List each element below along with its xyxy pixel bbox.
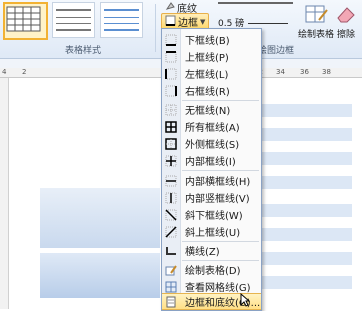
menu-item-bottom-border[interactable]: 下框线(B) [162,31,261,48]
menu-item-label: 绘制表格(D) [185,266,241,277]
pen-weight-select[interactable]: 0.5 磅 [218,16,289,29]
ruler-mark: 36 [300,68,309,76]
menu-item-inside-horizontal-border[interactable]: 内部横框线(H) [162,172,261,189]
ruler-mark: 2 [22,68,27,76]
menu-item-label: 下框线(B) [185,36,230,47]
menu-item-all-borders[interactable]: 所有框线(A) [162,118,261,135]
menu-item-outside-borders[interactable]: 外侧框线(S) [162,135,261,152]
table-cell [262,276,352,289]
table-cell [262,176,352,189]
eraser-icon [333,2,359,26]
eraser-button[interactable]: 擦除 [330,2,362,40]
inside-vertical-border-icon [165,192,177,204]
diagonal-down-border-icon [165,208,177,221]
pen-style-preview[interactable] [218,2,293,4]
table-style-swatch-3[interactable] [100,2,143,38]
menu-item-label: 无框线(N) [185,106,231,117]
menu-item-no-border[interactable]: 无框线(N) [162,101,261,118]
menu-item-label: 左框线(L) [185,70,229,81]
menu-item-inside-vertical-border[interactable]: 内部竖框线(V) [162,189,261,206]
menu-item-label: 上框线(P) [185,53,229,64]
table-block [40,188,160,248]
table-style-swatch-2[interactable] [52,2,95,38]
menu-item-diagonal-up-border[interactable]: 斜上框线(U) [162,223,261,240]
vertical-ruler [0,78,9,309]
menu-item-right-border[interactable]: 右框线(R) [162,82,261,99]
menu-item-label: 查看网格线(G) [185,283,251,294]
menu-item-left-border[interactable]: 左框线(L) [162,65,261,82]
left-border-icon [165,68,177,80]
menu-item-label: 横线(Z) [185,247,220,258]
menu-item-label: 内部竖框线(V) [185,194,250,205]
menu-item-label: 内部框线(I) [185,157,236,168]
pen-weight-line [248,23,289,24]
table-styles-group-label: 表格样式 [65,46,102,56]
menu-item-label: 所有框线(A) [185,123,240,134]
menu-item-label: 斜上框线(U) [185,228,241,239]
no-border-icon [165,104,177,116]
table-cell [262,104,352,117]
right-border-icon [165,85,177,97]
table-cell [262,228,352,241]
diagonal-up-border-icon [165,225,177,238]
menu-item-top-border[interactable]: 上框线(P) [162,48,261,65]
border-label: 边框 [178,18,198,29]
menu-item-inside-borders[interactable]: 内部框线(I) [162,152,261,169]
mouse-cursor-icon [240,292,251,307]
eraser-label: 擦除 [336,30,355,40]
ruler-mark: 38 [322,68,331,76]
menu-item-label: 外侧框线(S) [185,140,240,151]
menu-item-label: 右框线(R) [185,87,230,98]
pencil-table-icon [165,264,177,276]
inside-horizontal-border-icon [165,175,177,187]
table-cell [262,128,352,141]
draw-table-icon [303,2,329,26]
chevron-down-icon: ▼ [200,17,206,26]
border-icon [165,15,176,29]
borders-and-shading-icon [165,296,177,308]
menu-item-draw-table[interactable]: 绘制表格(D) [162,261,261,278]
border-dropdown-menu: 下框线(B) 上框线(P) 左框线(L) 右框线(R) 无框线(N) 所有框线(… [161,28,262,311]
gridlines-icon [165,281,177,293]
inside-borders-icon [165,155,177,167]
menu-item-label: 斜下框线(W) [185,211,243,222]
menu-item-label: 内部横框线(H) [185,177,251,188]
table-cell [262,204,352,217]
table-block [40,253,160,298]
menu-item-diagonal-down-border[interactable]: 斜下框线(W) [162,206,261,223]
bottom-border-icon [165,34,177,46]
ruler-mark: 4 [2,68,7,76]
table-style-swatch-selected[interactable] [3,2,48,40]
menu-separator [182,170,259,171]
draw-borders-group-label: 绘图边框 [258,46,295,56]
ruler-mark: 34 [276,68,285,76]
horizontal-line-icon [165,245,177,257]
all-borders-icon [165,120,177,133]
top-border-icon [165,50,177,63]
outside-borders-icon [165,137,177,150]
ribbon-divider [155,4,156,52]
menu-item-horizontal-line[interactable]: 横线(Z) [162,242,261,259]
table-cell [262,252,352,265]
table-cell [262,152,352,165]
